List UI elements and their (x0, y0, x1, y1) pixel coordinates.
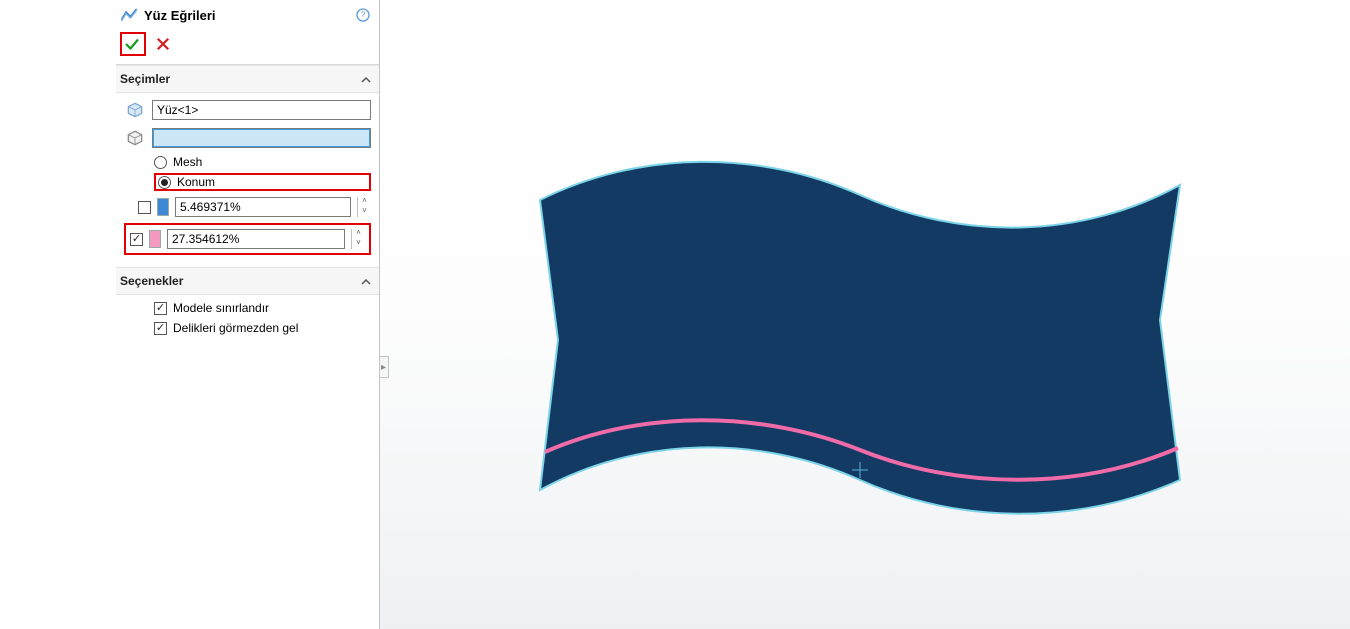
value1-spinner[interactable]: ˄ ˅ (357, 197, 371, 217)
radio-group: Mesh Konum (124, 155, 371, 191)
option-ignore-holes-check (154, 322, 167, 335)
property-panel: Yüz Eğrileri ? Seçimler (0, 0, 380, 629)
help-icon[interactable]: ? (355, 7, 371, 23)
panel-drag-handle[interactable]: ▸ (380, 356, 389, 378)
body-select-icon (124, 127, 146, 149)
panel-title: Yüz Eğrileri (144, 8, 349, 23)
radio-konum-label: Konum (177, 175, 215, 189)
radio-mesh-dot (154, 156, 167, 169)
radio-mesh-label: Mesh (173, 155, 202, 169)
panel-header: Yüz Eğrileri ? (116, 0, 379, 30)
value2-input[interactable] (167, 229, 345, 249)
value1-checkbox[interactable] (138, 201, 151, 214)
value1-input[interactable] (175, 197, 351, 217)
radio-mesh[interactable]: Mesh (154, 155, 371, 169)
ok-icon[interactable] (123, 35, 141, 53)
radio-konum[interactable]: Konum (158, 175, 215, 189)
section-selections-header[interactable]: Seçimler (116, 65, 379, 93)
value2-checkbox[interactable] (130, 233, 143, 246)
face-input[interactable] (152, 100, 371, 120)
body-field-row (124, 127, 371, 149)
option-constrain-check (154, 302, 167, 315)
value2-spin-down[interactable]: ˅ (351, 239, 365, 249)
radio-konum-highlight: Konum (154, 173, 371, 191)
chevron-up-icon (361, 74, 371, 84)
face-select-icon (124, 99, 146, 121)
section-options-header[interactable]: Seçenekler (116, 267, 379, 295)
value2-swatch (149, 230, 161, 248)
value2-spinner[interactable]: ˄ ˅ (351, 229, 365, 249)
body-input[interactable] (152, 128, 371, 148)
section-selections-title: Seçimler (120, 72, 170, 86)
face-field-row (124, 99, 371, 121)
section-options-body: Modele sınırlandır Delikleri görmezden g… (116, 295, 379, 341)
option-constrain[interactable]: Modele sınırlandır (124, 301, 371, 315)
radio-konum-dot (158, 176, 171, 189)
section-options-title: Seçenekler (120, 274, 183, 288)
ok-button-highlight (120, 32, 146, 56)
value1-spin-down[interactable]: ˅ (357, 207, 371, 217)
chevron-up-icon (361, 276, 371, 286)
option-ignore-holes-label: Delikleri görmezden gel (173, 321, 298, 335)
value1-swatch (157, 198, 169, 216)
section-options: Seçenekler Modele sınırlandır Delikleri … (116, 267, 379, 341)
section-selections-body: Mesh Konum ˄ ˅ (116, 93, 379, 261)
viewport[interactable]: ▸ (380, 0, 1350, 629)
section-selections: Seçimler (116, 65, 379, 261)
cancel-icon[interactable] (154, 35, 172, 53)
option-ignore-holes[interactable]: Delikleri görmezden gel (124, 321, 371, 335)
value2-row-highlight: ˄ ˅ (124, 223, 371, 255)
svg-text:?: ? (361, 11, 366, 20)
model-face[interactable] (520, 120, 1200, 570)
action-row (116, 30, 379, 65)
face-curves-icon (120, 6, 138, 24)
value1-row: ˄ ˅ (124, 197, 371, 217)
option-constrain-label: Modele sınırlandır (173, 301, 269, 315)
